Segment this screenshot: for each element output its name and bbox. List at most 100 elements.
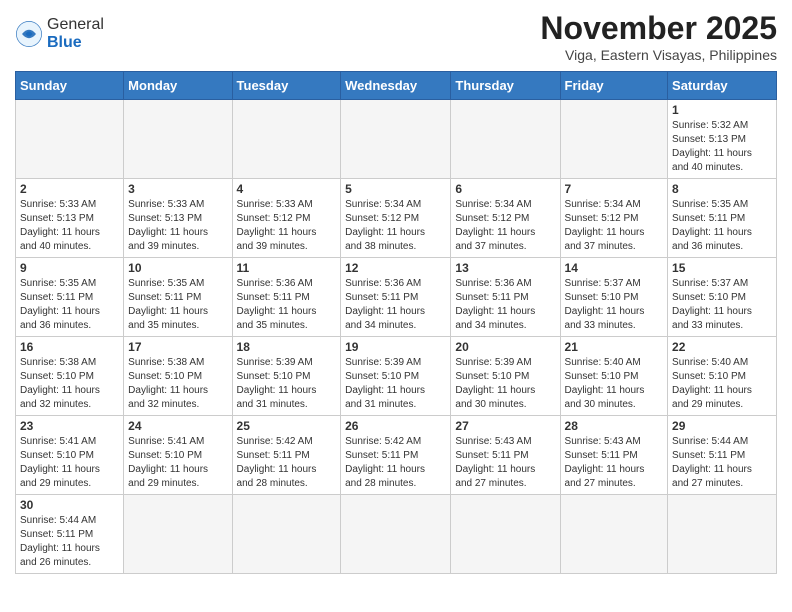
calendar-day-cell (232, 100, 341, 179)
header: General Blue November 2025 Viga, Eastern… (15, 10, 777, 63)
day-info: Sunrise: 5:43 AMSunset: 5:11 PMDaylight:… (455, 435, 555, 491)
day-info: Sunrise: 5:41 AMSunset: 5:10 PMDaylight:… (128, 435, 227, 491)
day-number: 19 (345, 340, 446, 354)
day-info: Sunrise: 5:39 AMSunset: 5:10 PMDaylight:… (237, 356, 337, 412)
calendar-day-cell: 3 Sunrise: 5:33 AMSunset: 5:13 PMDaylight… (124, 179, 232, 258)
day-info: Sunrise: 5:36 AMSunset: 5:11 PMDaylight:… (455, 277, 555, 333)
calendar-day-cell: 7 Sunrise: 5:34 AMSunset: 5:12 PMDaylight… (560, 179, 668, 258)
day-number: 29 (672, 419, 772, 433)
day-info: Sunrise: 5:34 AMSunset: 5:12 PMDaylight:… (565, 198, 664, 254)
day-info: Sunrise: 5:37 AMSunset: 5:10 PMDaylight:… (672, 277, 772, 333)
day-number: 9 (20, 261, 119, 275)
calendar-week-row: 16Sunrise: 5:38 AMSunset: 5:10 PMDayligh… (16, 337, 777, 416)
calendar-day-cell: 20Sunrise: 5:39 AMSunset: 5:10 PMDayligh… (451, 337, 560, 416)
calendar-day-cell: 29 Sunrise: 5:44 AMSunset: 5:11 PMDayligh… (668, 416, 777, 495)
day-of-week-header: Tuesday (232, 72, 341, 100)
month-title: November 2025 (540, 10, 777, 47)
day-number: 15 (672, 261, 772, 275)
calendar-day-cell: 17 Sunrise: 5:38 AMSunset: 5:10 PMDayligh… (124, 337, 232, 416)
day-info: Sunrise: 5:36 AMSunset: 5:11 PMDaylight:… (345, 277, 446, 333)
calendar-day-cell: 9 Sunrise: 5:35 AMSunset: 5:11 PMDaylight… (16, 258, 124, 337)
day-number: 5 (345, 182, 446, 196)
calendar-day-cell (560, 100, 668, 179)
day-info: Sunrise: 5:34 AMSunset: 5:12 PMDaylight:… (345, 198, 446, 254)
day-info: Sunrise: 5:39 AMSunset: 5:10 PMDaylight:… (455, 356, 555, 412)
day-number: 10 (128, 261, 227, 275)
day-number: 18 (237, 340, 337, 354)
calendar-day-cell: 26 Sunrise: 5:42 AMSunset: 5:11 PMDayligh… (341, 416, 451, 495)
logo-icon (15, 20, 43, 48)
calendar-day-cell (668, 495, 777, 574)
calendar-day-cell: 21 Sunrise: 5:40 AMSunset: 5:10 PMDayligh… (560, 337, 668, 416)
day-number: 28 (565, 419, 664, 433)
calendar-day-cell (124, 495, 232, 574)
calendar-day-cell (16, 100, 124, 179)
day-info: Sunrise: 5:32 AMSunset: 5:13 PMDaylight:… (672, 119, 772, 175)
logo-text: General Blue (47, 16, 104, 51)
day-info: Sunrise: 5:33 AMSunset: 5:13 PMDaylight:… (128, 198, 227, 254)
day-of-week-header: Thursday (451, 72, 560, 100)
day-number: 4 (237, 182, 337, 196)
calendar-day-cell: 19 Sunrise: 5:39 AMSunset: 5:10 PMDayligh… (341, 337, 451, 416)
day-number: 26 (345, 419, 446, 433)
calendar-day-cell: 6 Sunrise: 5:34 AMSunset: 5:12 PMDaylight… (451, 179, 560, 258)
calendar-day-cell: 4Sunrise: 5:33 AMSunset: 5:12 PMDaylight… (232, 179, 341, 258)
day-info: Sunrise: 5:39 AMSunset: 5:10 PMDaylight:… (345, 356, 446, 412)
day-of-week-header: Saturday (668, 72, 777, 100)
calendar-day-cell (451, 100, 560, 179)
calendar-day-cell: 10Sunrise: 5:35 AMSunset: 5:11 PMDayligh… (124, 258, 232, 337)
calendar-header-row: SundayMondayTuesdayWednesdayThursdayFrid… (16, 72, 777, 100)
day-info: Sunrise: 5:40 AMSunset: 5:10 PMDaylight:… (672, 356, 772, 412)
calendar-day-cell: 2 Sunrise: 5:33 AMSunset: 5:13 PMDaylight… (16, 179, 124, 258)
day-number: 6 (455, 182, 555, 196)
calendar-day-cell (232, 495, 341, 574)
day-info: Sunrise: 5:36 AMSunset: 5:11 PMDaylight:… (237, 277, 337, 333)
day-number: 23 (20, 419, 119, 433)
day-number: 12 (345, 261, 446, 275)
day-info: Sunrise: 5:38 AMSunset: 5:10 PMDaylight:… (20, 356, 119, 412)
day-number: 25 (237, 419, 337, 433)
day-info: Sunrise: 5:44 AMSunset: 5:11 PMDaylight:… (672, 435, 772, 491)
calendar-day-cell: 23 Sunrise: 5:41 AMSunset: 5:10 PMDayligh… (16, 416, 124, 495)
day-number: 3 (128, 182, 227, 196)
day-number: 30 (20, 498, 119, 512)
day-number: 17 (128, 340, 227, 354)
day-number: 14 (565, 261, 664, 275)
day-info: Sunrise: 5:43 AMSunset: 5:11 PMDaylight:… (565, 435, 664, 491)
calendar-day-cell (341, 495, 451, 574)
calendar-day-cell: 1 Sunrise: 5:32 AMSunset: 5:13 PMDaylight… (668, 100, 777, 179)
calendar-day-cell: 18 Sunrise: 5:39 AMSunset: 5:10 PMDayligh… (232, 337, 341, 416)
calendar-day-cell: 11Sunrise: 5:36 AMSunset: 5:11 PMDayligh… (232, 258, 341, 337)
calendar-day-cell: 8Sunrise: 5:35 AMSunset: 5:11 PMDaylight… (668, 179, 777, 258)
calendar-day-cell: 14 Sunrise: 5:37 AMSunset: 5:10 PMDayligh… (560, 258, 668, 337)
day-number: 21 (565, 340, 664, 354)
day-info: Sunrise: 5:42 AMSunset: 5:11 PMDaylight:… (345, 435, 446, 491)
day-of-week-header: Wednesday (341, 72, 451, 100)
calendar-week-row: 23 Sunrise: 5:41 AMSunset: 5:10 PMDayligh… (16, 416, 777, 495)
calendar-week-row: 9 Sunrise: 5:35 AMSunset: 5:11 PMDaylight… (16, 258, 777, 337)
calendar-day-cell: 5 Sunrise: 5:34 AMSunset: 5:12 PMDaylight… (341, 179, 451, 258)
day-number: 1 (672, 103, 772, 117)
day-info: Sunrise: 5:38 AMSunset: 5:10 PMDaylight:… (128, 356, 227, 412)
day-info: Sunrise: 5:41 AMSunset: 5:10 PMDaylight:… (20, 435, 119, 491)
calendar-week-row: 30 Sunrise: 5:44 AMSunset: 5:11 PMDayligh… (16, 495, 777, 574)
calendar-day-cell: 25Sunrise: 5:42 AMSunset: 5:11 PMDayligh… (232, 416, 341, 495)
day-number: 7 (565, 182, 664, 196)
day-number: 22 (672, 340, 772, 354)
calendar-day-cell: 15 Sunrise: 5:37 AMSunset: 5:10 PMDayligh… (668, 258, 777, 337)
calendar-day-cell: 16Sunrise: 5:38 AMSunset: 5:10 PMDayligh… (16, 337, 124, 416)
day-info: Sunrise: 5:34 AMSunset: 5:12 PMDaylight:… (455, 198, 555, 254)
day-info: Sunrise: 5:40 AMSunset: 5:10 PMDaylight:… (565, 356, 664, 412)
calendar-day-cell: 30 Sunrise: 5:44 AMSunset: 5:11 PMDayligh… (16, 495, 124, 574)
calendar-day-cell: 28 Sunrise: 5:43 AMSunset: 5:11 PMDayligh… (560, 416, 668, 495)
calendar: SundayMondayTuesdayWednesdayThursdayFrid… (15, 71, 777, 574)
title-area: November 2025 Viga, Eastern Visayas, Phi… (540, 10, 777, 63)
day-info: Sunrise: 5:44 AMSunset: 5:11 PMDaylight:… (20, 514, 119, 570)
day-info: Sunrise: 5:35 AMSunset: 5:11 PMDaylight:… (20, 277, 119, 333)
day-info: Sunrise: 5:35 AMSunset: 5:11 PMDaylight:… (672, 198, 772, 254)
day-info: Sunrise: 5:33 AMSunset: 5:13 PMDaylight:… (20, 198, 119, 254)
day-number: 2 (20, 182, 119, 196)
day-of-week-header: Sunday (16, 72, 124, 100)
day-info: Sunrise: 5:37 AMSunset: 5:10 PMDaylight:… (565, 277, 664, 333)
calendar-day-cell: 24Sunrise: 5:41 AMSunset: 5:10 PMDayligh… (124, 416, 232, 495)
